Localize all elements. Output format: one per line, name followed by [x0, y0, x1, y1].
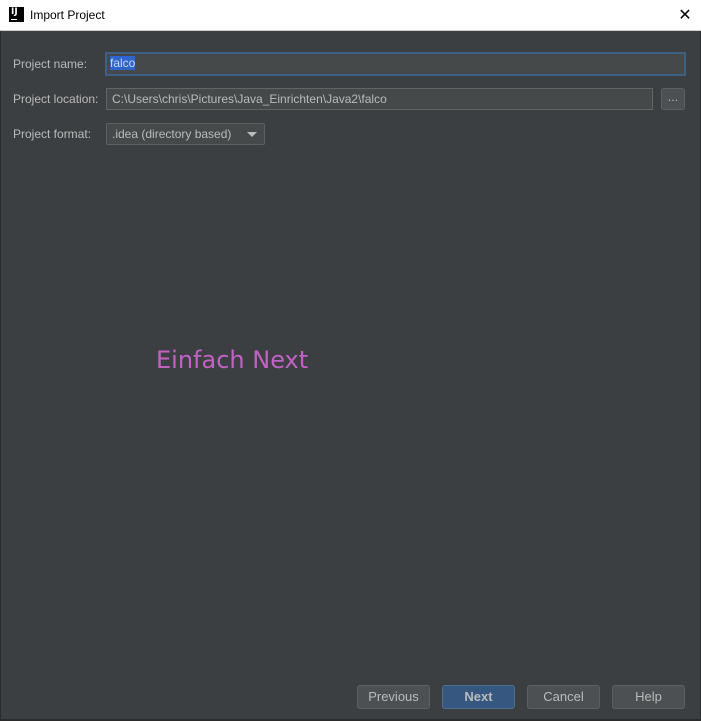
annotation-text: Einfach Next: [156, 346, 309, 374]
project-location-label: Project location:: [13, 92, 99, 106]
title-bar: IJ Import Project ✕: [0, 0, 701, 31]
project-name-value: falco: [110, 56, 136, 70]
project-name-label: Project name:: [13, 57, 88, 71]
project-name-input[interactable]: falco: [105, 52, 686, 76]
browse-button[interactable]: ...: [661, 88, 685, 110]
next-button[interactable]: Next: [442, 685, 515, 709]
project-format-label: Project format:: [13, 127, 92, 141]
previous-button[interactable]: Previous: [357, 685, 430, 709]
help-button[interactable]: Help: [612, 685, 685, 709]
close-icon[interactable]: ✕: [669, 0, 701, 30]
cancel-button[interactable]: Cancel: [527, 685, 600, 709]
intellij-app-icon: IJ: [9, 7, 24, 22]
project-location-input[interactable]: C:\Users\chris\Pictures\Java_Einrichten\…: [106, 88, 653, 110]
window-border-left: [0, 31, 1, 721]
app-icon-text: IJ: [11, 7, 18, 17]
project-format-value: .idea (directory based): [112, 127, 232, 141]
chevron-down-icon: [247, 132, 257, 137]
window-title: Import Project: [30, 8, 105, 22]
project-format-dropdown[interactable]: .idea (directory based): [106, 123, 265, 145]
